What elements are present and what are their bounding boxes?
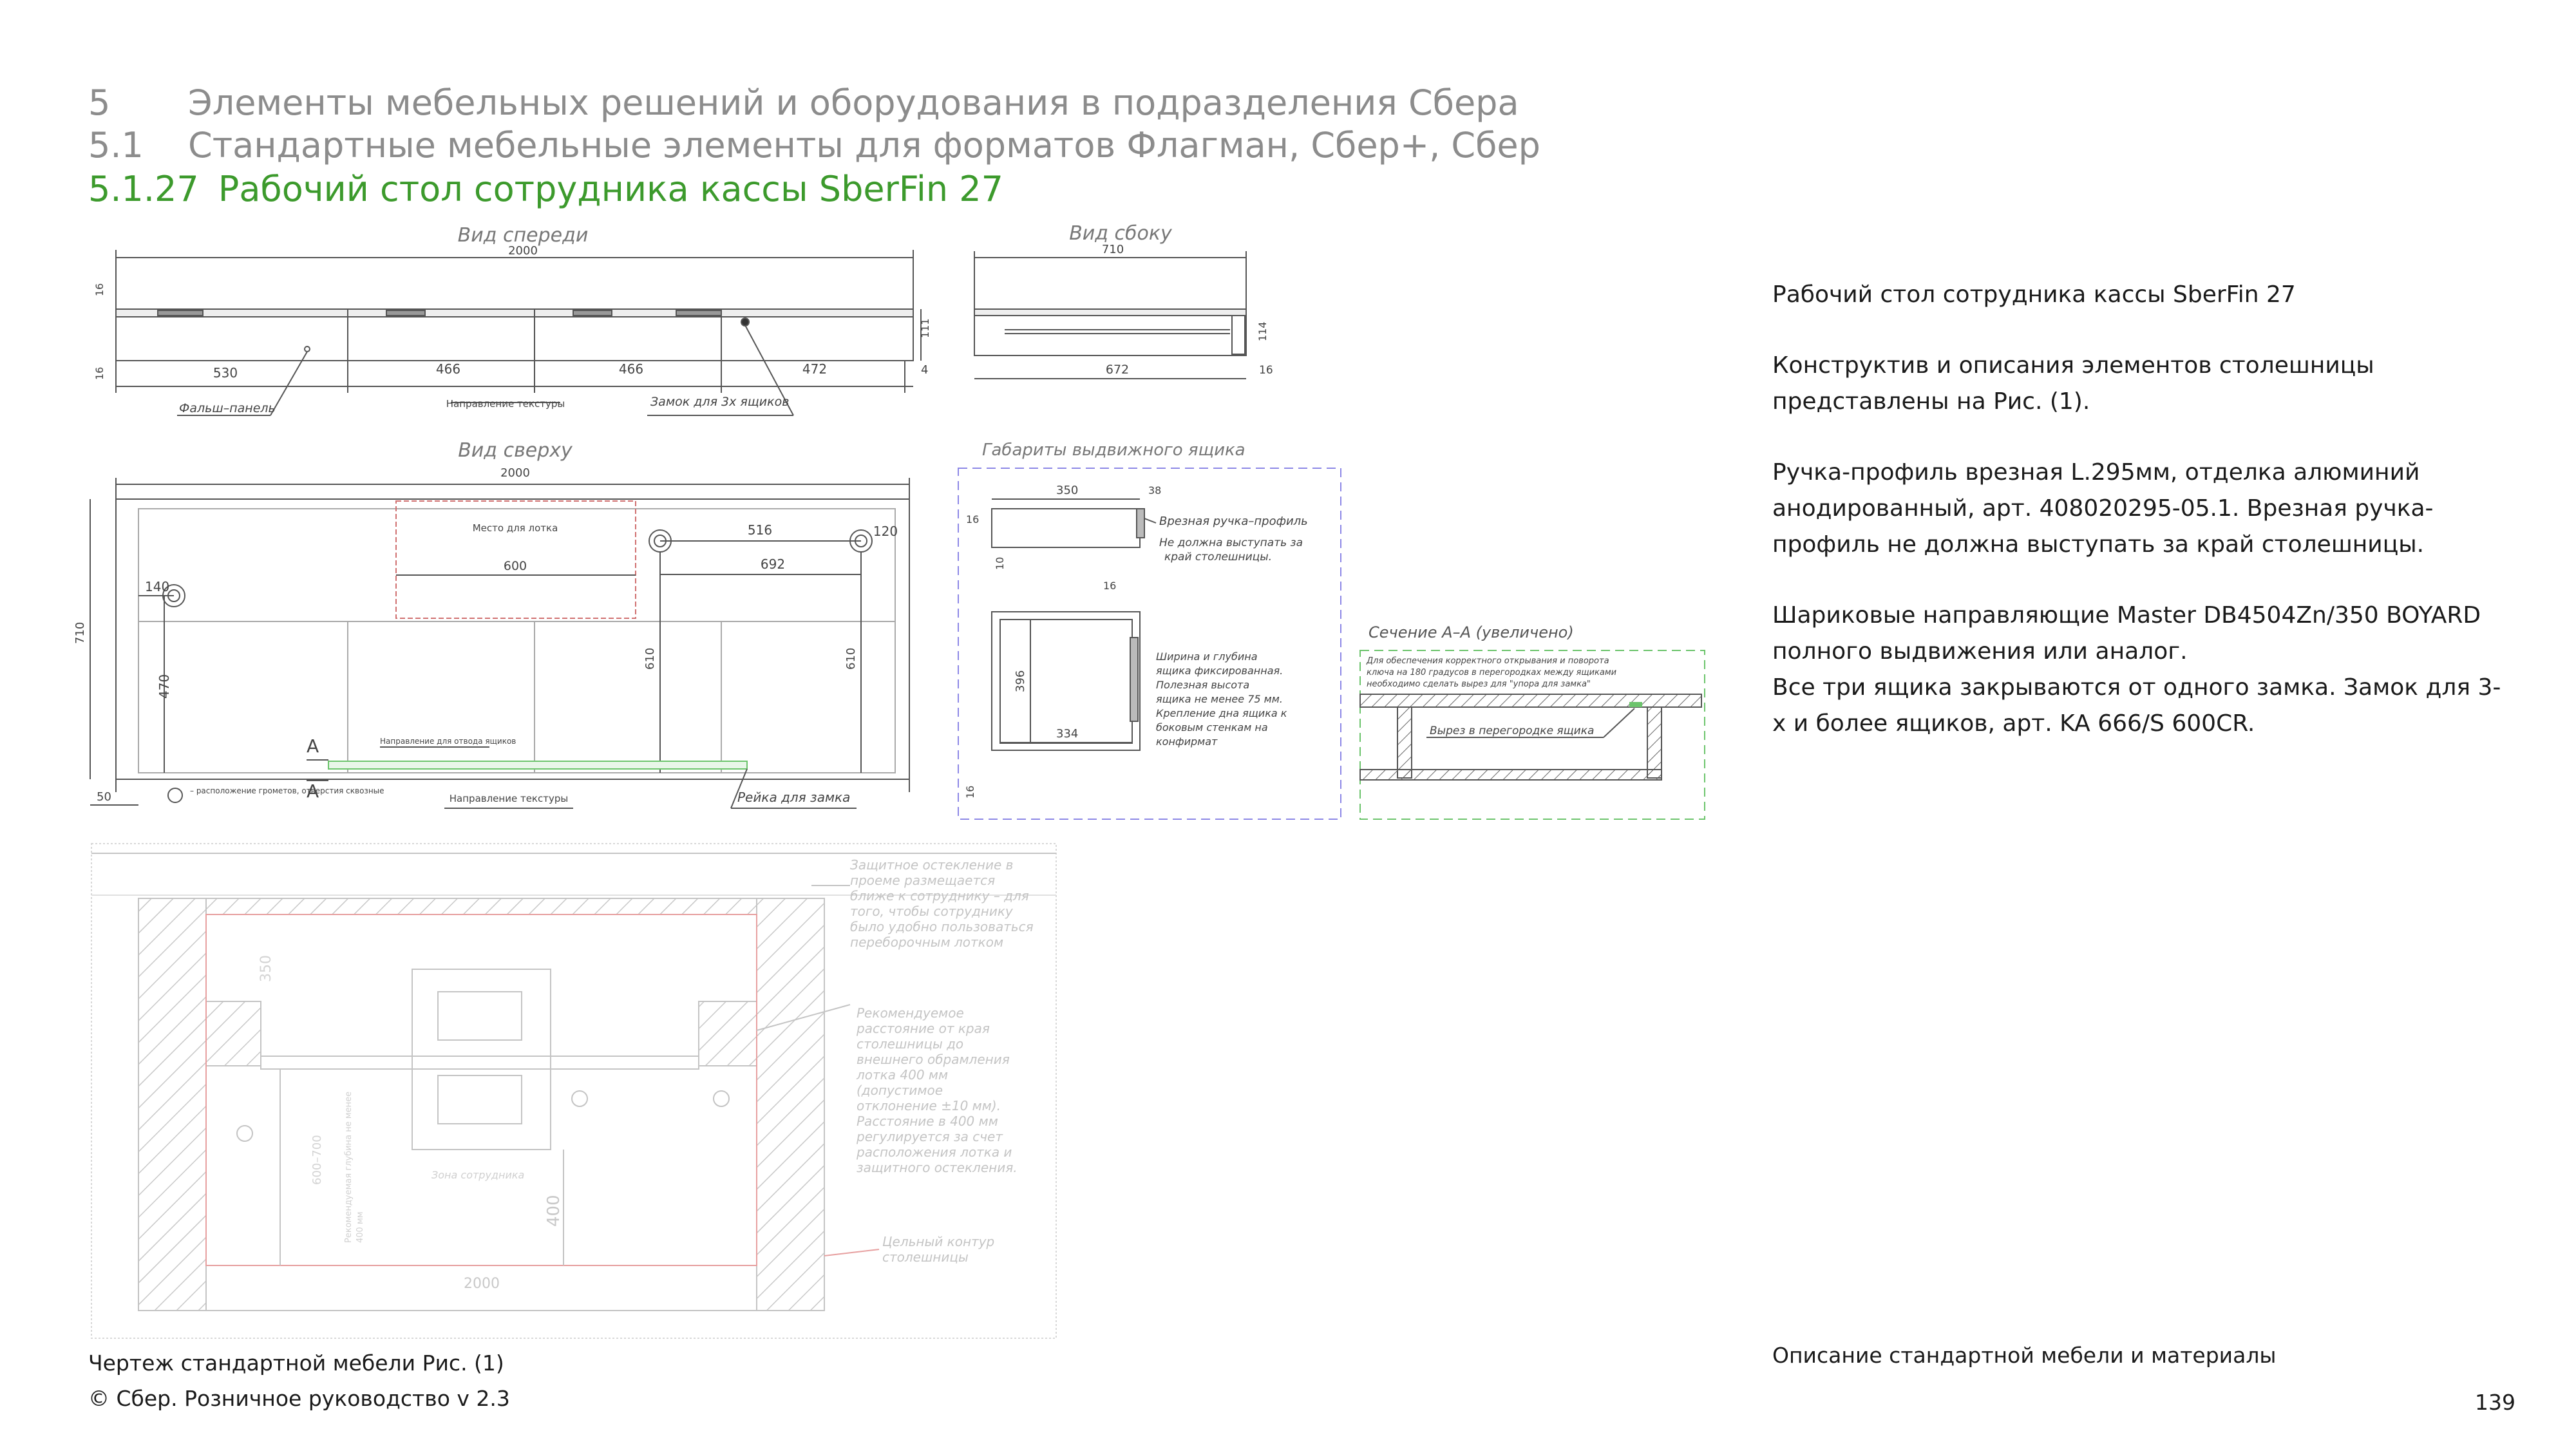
description-panel: Рабочий стол сотрудника кассы SberFin 27…	[1772, 277, 2513, 777]
front-dim-4: 4	[921, 363, 928, 377]
plan-zone: Зона сотрудника	[431, 1169, 524, 1181]
drawer-dim-16b: 16	[1103, 580, 1116, 592]
side-view-title: Вид сбоку	[1069, 222, 1173, 245]
front-dim-472: 472	[802, 361, 827, 377]
section-note: Для обеспечения корректного открывания и…	[1366, 656, 1619, 689]
drawer-size-note: Ширина и глубина ящика фиксированная. По…	[1156, 650, 1291, 748]
top-dim-120: 120	[873, 524, 898, 539]
top-dim-610a: 610	[643, 648, 657, 670]
side-view: Вид сбоку 710 672 16 114	[974, 222, 1273, 379]
drawer-dim-16a: 16	[966, 513, 979, 526]
top-dim-516: 516	[748, 522, 772, 538]
top-view-title: Вид сверху	[458, 439, 573, 462]
description-lock: Все три ящика закрываются от одного замк…	[1772, 674, 2501, 737]
front-label-texture: Направление текстуры	[446, 398, 565, 410]
description-guides: Шариковые направляющие Master DB4504Zn/3…	[1772, 602, 2481, 665]
drawer-dim-396: 396	[1014, 670, 1027, 692]
front-dim-total: 2000	[508, 244, 538, 258]
description-structure: Конструктив и описания элементов столешн…	[1772, 352, 2374, 415]
front-dim-466b: 466	[619, 361, 643, 377]
plan-contour-note: Цельный контур столешницы	[882, 1234, 999, 1265]
plan-side-note: Рекомендуемая глубина не менее 400 мм	[344, 1092, 365, 1243]
top-label-rail: Рейка для замка	[737, 790, 850, 805]
page-number: 139	[2475, 1390, 2515, 1415]
section-view: Сечение А–А (увеличено) Для обеспечения …	[1359, 623, 1705, 820]
front-label-panel: Фальш–панель	[179, 401, 276, 415]
front-dim-16b: 16	[93, 367, 106, 380]
drawer-view: Габариты выдвижного ящика 350 38 16 10 В…	[958, 440, 1341, 820]
description-title: Рабочий стол сотрудника кассы SberFin 27	[1772, 281, 2296, 308]
front-view: Вид спереди 2000 530 466 466 472 4 16 16…	[93, 224, 931, 416]
plan-dim-2000: 2000	[464, 1276, 500, 1292]
section-mark-a1: А	[307, 735, 319, 757]
front-dim-466a: 466	[436, 361, 460, 377]
plan-dim-400: 400	[544, 1195, 564, 1227]
front-dim-16a: 16	[93, 283, 106, 296]
technical-drawing: Вид спереди 2000 530 466 466 472 4 16 16…	[73, 222, 1705, 1339]
front-view-title: Вид спереди	[458, 224, 589, 247]
drawer-view-title: Габариты выдвижного ящика	[982, 440, 1245, 460]
drawer-dim-16c: 16	[964, 786, 976, 799]
drawer-dim-334: 334	[1056, 727, 1078, 741]
drawer-dim-38: 38	[1148, 484, 1161, 497]
top-dim-total: 2000	[500, 466, 530, 480]
top-dim-470: 470	[156, 674, 172, 699]
materials-caption: Описание стандартной мебели и материалы	[1772, 1343, 2277, 1368]
top-view: Вид сверху 2000 710 Место для лотка 600 …	[73, 439, 910, 809]
plan-dim-600-700: 600–700	[310, 1135, 324, 1185]
side-dim-114: 114	[1256, 321, 1269, 341]
side-dim-16: 16	[1259, 364, 1273, 377]
section-cut-note: Вырез в перегородке ящика	[1430, 724, 1594, 737]
drawing-caption: Чертеж стандартной мебели Рис. (1)	[88, 1350, 504, 1376]
top-tray-place: Место для лотка	[473, 522, 558, 534]
top-legend-holes: – расположение грометов, отверстия сквоз…	[190, 786, 384, 795]
drawer-dim-10: 10	[994, 557, 1006, 570]
drawer-dim-350: 350	[1056, 484, 1078, 497]
top-dim-600: 600	[504, 559, 527, 573]
drawer-handle-note: Врезная ручка–профиль	[1159, 515, 1308, 528]
plan-glass-note: Защитное остекление в проеме размещается…	[850, 857, 1037, 950]
top-dim-50: 50	[97, 790, 111, 804]
front-dim-530: 530	[213, 365, 238, 381]
top-dim-692: 692	[761, 556, 785, 572]
top-label-texture: Направление текстуры	[450, 793, 568, 804]
section-view-title: Сечение А–А (увеличено)	[1368, 623, 1574, 641]
side-dim-672: 672	[1106, 363, 1129, 377]
description-handle: Ручка-профиль врезная L.295мм, отделка а…	[1772, 459, 2434, 558]
plan-view: 400 2000 350 600–700 Зона сотрудника Рек…	[91, 843, 1057, 1339]
top-dim-610b: 610	[844, 648, 858, 670]
copyright: © Сбер. Розничное руководство v 2.3	[88, 1386, 510, 1411]
plan-distance-note: Рекомендуемое расстояние от края столешн…	[856, 1005, 1018, 1175]
drawer-handle-note2: Не должна выступать за край столешницы.	[1159, 536, 1303, 564]
side-dim-total: 710	[1102, 243, 1124, 256]
top-rail-note: Направление для отвода ящиков	[380, 737, 516, 746]
top-dim-140: 140	[145, 579, 169, 594]
plan-dim-350: 350	[258, 955, 274, 982]
front-label-lock: Замок для 3х ящиков	[650, 395, 789, 409]
top-dim-depth: 710	[73, 622, 87, 644]
